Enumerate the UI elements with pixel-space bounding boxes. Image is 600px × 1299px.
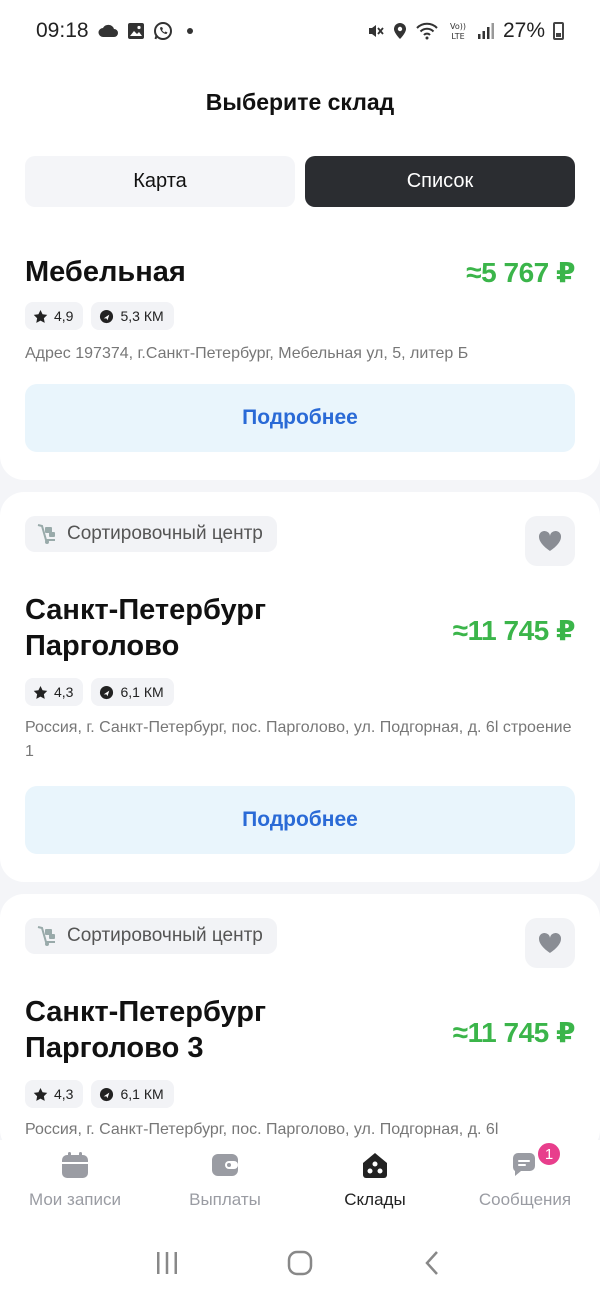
- type-label: Сортировочный центр: [67, 925, 263, 946]
- recent-apps-button[interactable]: [147, 1243, 187, 1283]
- signal-icon: [477, 22, 495, 40]
- back-button[interactable]: [413, 1243, 453, 1283]
- warehouse-card[interactable]: Сортировочный центр Санкт-Петербург Парг…: [0, 894, 600, 1154]
- rating-value: 4,3: [54, 1086, 74, 1102]
- distance-chip: 6,1 КМ: [91, 678, 174, 706]
- volte-icon: Vo)) LTE: [447, 21, 469, 41]
- warehouse-name-line2: Парголово: [25, 630, 180, 663]
- page-header: Выберите склад: [0, 62, 600, 142]
- back-icon: [425, 1250, 439, 1275]
- status-bar-right: Vo)) LTE 27%: [367, 19, 564, 43]
- warehouse-name: Санкт-Петербург Парголово: [25, 592, 266, 665]
- whatsapp-icon: [153, 21, 173, 41]
- cloud-icon: [97, 24, 119, 38]
- rating-value: 4,3: [54, 684, 74, 700]
- location-pin-icon: [100, 1087, 114, 1101]
- type-label: Сортировочный центр: [67, 523, 263, 544]
- location-icon: [393, 22, 407, 40]
- svg-text:Vo)): Vo)): [450, 22, 466, 31]
- status-time: 09:18: [36, 19, 89, 42]
- warehouse-name: Санкт-Петербург Парголово 3: [25, 994, 266, 1067]
- favorite-button[interactable]: [525, 516, 575, 566]
- map-tab[interactable]: Карта: [25, 156, 295, 207]
- heart-icon: [538, 530, 562, 551]
- details-button[interactable]: Подробнее: [25, 786, 575, 854]
- nav-messages[interactable]: 1 Сообщения: [450, 1140, 600, 1226]
- status-bar-left: 09:18: [36, 19, 193, 43]
- warehouse-price: ≈5 767 ₽: [466, 257, 575, 288]
- star-icon: [33, 685, 48, 699]
- heart-icon: [538, 932, 562, 953]
- svg-text:LTE: LTE: [451, 32, 464, 41]
- warehouse-name-line2: Парголово 3: [25, 1032, 204, 1065]
- nav-label: Сообщения: [478, 1190, 572, 1209]
- system-nav-bar: [0, 1226, 600, 1299]
- warehouse-stats: 4,3 6,1 КМ: [25, 1080, 174, 1108]
- nav-label: Выплаты: [189, 1190, 261, 1209]
- distance-value: 6,1 КМ: [120, 1086, 164, 1102]
- warehouse-price: ≈11 745 ₽: [452, 1017, 576, 1048]
- distance-chip: 6,1 КМ: [91, 1080, 174, 1108]
- star-icon: [33, 1087, 48, 1101]
- status-bar: 09:18 Vo)) LTE 27%: [0, 0, 600, 62]
- favorite-button[interactable]: [525, 918, 575, 968]
- home-button[interactable]: [280, 1243, 320, 1283]
- bottom-nav: Мои записи Выплаты Склады 1 Сообщения: [0, 1140, 600, 1226]
- mute-icon: [367, 22, 385, 40]
- nav-warehouses[interactable]: Склады: [300, 1140, 450, 1226]
- distance-value: 5,3 КМ: [120, 308, 164, 324]
- sorting-cart-icon: [37, 926, 55, 946]
- warehouse-name: Мебельная: [25, 256, 186, 288]
- view-toggle: Карта Список: [25, 156, 575, 207]
- warehouse-stats: 4,9 5,3 КМ: [25, 302, 174, 330]
- wifi-icon: [415, 22, 439, 40]
- list-tab[interactable]: Список: [305, 156, 575, 207]
- calendar-icon: [60, 1150, 90, 1180]
- warehouse-name-line1: Санкт-Петербург: [25, 594, 267, 626]
- warehouse-card[interactable]: Сортировочный центр Санкт-Петербург Парг…: [0, 492, 600, 882]
- type-badge: Сортировочный центр: [25, 918, 277, 954]
- battery-percent: 27%: [502, 19, 545, 42]
- nav-label: Склады: [344, 1190, 406, 1209]
- rating-chip: 4,3: [25, 678, 84, 706]
- rating-value: 4,9: [54, 308, 74, 324]
- rating-chip: 4,3: [25, 1080, 84, 1108]
- warehouse-address: Адрес 197374, г.Санкт-Петербург, Мебельн…: [25, 345, 469, 362]
- warehouse-stats: 4,3 6,1 КМ: [25, 678, 174, 706]
- distance-chip: 5,3 КМ: [91, 302, 174, 330]
- type-badge: Сортировочный центр: [25, 516, 277, 552]
- nav-my-bookings[interactable]: Мои записи: [0, 1140, 150, 1226]
- warehouse-price: ≈11 745 ₽: [452, 615, 576, 646]
- battery-icon: [553, 22, 564, 40]
- location-pin-icon: [100, 309, 114, 323]
- warehouse-card[interactable]: Мебельная ≈5 767 ₽ 4,9 5,3 КМ Адрес 1973…: [0, 208, 600, 480]
- location-pin-icon: [100, 685, 114, 699]
- details-button[interactable]: Подробнее: [25, 384, 575, 452]
- rating-chip: 4,9: [25, 302, 84, 330]
- distance-value: 6,1 КМ: [120, 684, 164, 700]
- warehouse-icon: [360, 1150, 390, 1180]
- page-title: Выберите склад: [205, 88, 395, 115]
- warehouse-address: Россия, г. Санкт-Петербург, пос. Парголо…: [25, 1121, 499, 1138]
- nav-label: Мои записи: [29, 1190, 121, 1209]
- notification-dot-icon: [186, 28, 193, 34]
- unread-badge: 1: [536, 1141, 562, 1167]
- recent-apps-icon: [156, 1251, 177, 1274]
- warehouse-address: Россия, г. Санкт-Петербург, пос. Парголо…: [25, 719, 572, 760]
- gallery-icon: [127, 22, 145, 40]
- home-icon: [287, 1250, 313, 1275]
- sorting-cart-icon: [37, 524, 55, 544]
- warehouse-name-line1: Санкт-Петербург: [25, 996, 267, 1028]
- wallet-icon: [210, 1150, 240, 1180]
- star-icon: [33, 309, 48, 323]
- nav-payouts[interactable]: Выплаты: [150, 1140, 300, 1226]
